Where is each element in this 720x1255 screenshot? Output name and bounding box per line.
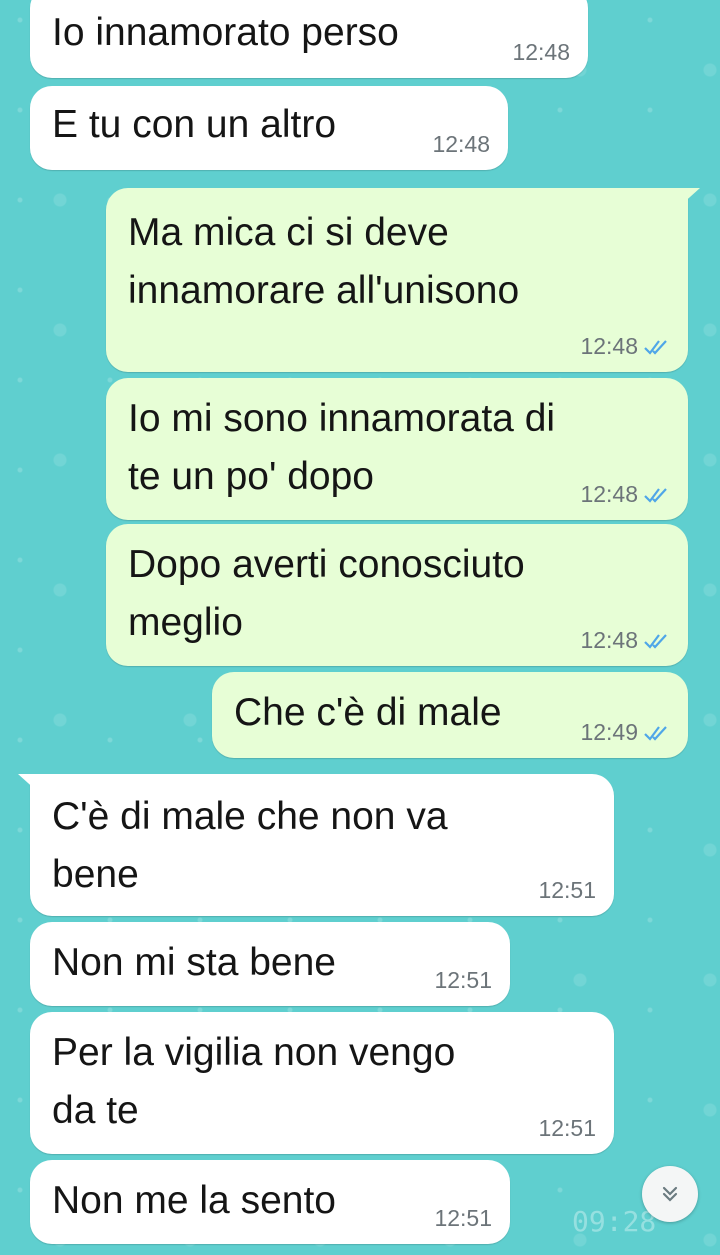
message-bubble-incoming[interactable]: Io innamorato perso 12:48 xyxy=(30,0,588,78)
message-time: 12:51 xyxy=(538,877,596,903)
message-bubble-incoming[interactable]: Per la vigilia non vengo da te 12:51 xyxy=(30,1012,614,1154)
message-meta: 12:51 xyxy=(434,967,492,994)
message-meta: 12:48 xyxy=(580,481,670,508)
read-ticks-icon xyxy=(644,633,667,649)
message-meta: 12:48 xyxy=(512,39,570,66)
message-time: 12:49 xyxy=(580,719,638,745)
message-text: Io mi sono innamorata di te un po' dopo xyxy=(128,397,556,498)
double-chevron-down-icon xyxy=(662,1186,678,1202)
message-text: E tu con un altro xyxy=(52,103,337,146)
message-text: Ma mica ci si deve innamorare all'unison… xyxy=(128,211,520,312)
message-meta: 12:48 xyxy=(580,627,670,654)
message-time: 12:48 xyxy=(580,481,638,507)
message-text: Che c'è di male xyxy=(234,691,502,734)
message-bubble-outgoing[interactable]: Che c'è di male 12:49 xyxy=(212,672,688,758)
message-bubble-incoming[interactable]: Non mi sta bene 12:51 xyxy=(30,922,510,1006)
message-meta: 12:51 xyxy=(434,1205,492,1232)
message-meta: 12:49 xyxy=(580,719,670,746)
scroll-to-bottom-button[interactable] xyxy=(642,1166,698,1222)
message-text: Io innamorato perso xyxy=(52,11,399,54)
read-ticks-icon xyxy=(644,725,667,741)
message-time: 12:48 xyxy=(580,333,638,359)
message-meta: 12:51 xyxy=(538,1115,596,1142)
message-time: 12:48 xyxy=(512,39,570,65)
message-text: Non me la sento xyxy=(52,1179,336,1222)
message-time: 12:51 xyxy=(434,1205,492,1231)
message-text: C'è di male che non va bene xyxy=(52,795,448,896)
message-text: Dopo averti conosciuto meglio xyxy=(128,543,525,644)
message-bubble-incoming[interactable]: Non me la sento 12:51 xyxy=(30,1160,510,1244)
bubble-tail xyxy=(680,188,700,206)
message-bubble-incoming[interactable]: E tu con un altro 12:48 xyxy=(30,86,508,170)
message-text: Non mi sta bene xyxy=(52,941,336,984)
message-meta: 12:48 xyxy=(432,131,490,158)
bubble-tail xyxy=(18,774,38,792)
message-time: 12:51 xyxy=(434,967,492,993)
message-bubble-outgoing[interactable]: Io mi sono innamorata di te un po' dopo … xyxy=(106,378,688,520)
message-bubble-outgoing[interactable]: Dopo averti conosciuto meglio 12:48 xyxy=(106,524,688,666)
watermark-text: 09:28 xyxy=(572,1205,657,1238)
message-meta: 12:48 xyxy=(580,333,670,360)
message-time: 12:48 xyxy=(580,627,638,653)
read-ticks-icon xyxy=(644,339,667,355)
message-text: Per la vigilia non vengo da te xyxy=(52,1031,456,1132)
message-meta: 12:51 xyxy=(538,877,596,904)
message-bubble-outgoing[interactable]: Ma mica ci si deve innamorare all'unison… xyxy=(106,188,700,372)
message-time: 12:51 xyxy=(538,1115,596,1141)
message-bubble-incoming[interactable]: C'è di male che non va bene 12:51 xyxy=(18,774,614,916)
message-time: 12:48 xyxy=(432,131,490,157)
read-ticks-icon xyxy=(644,487,667,503)
